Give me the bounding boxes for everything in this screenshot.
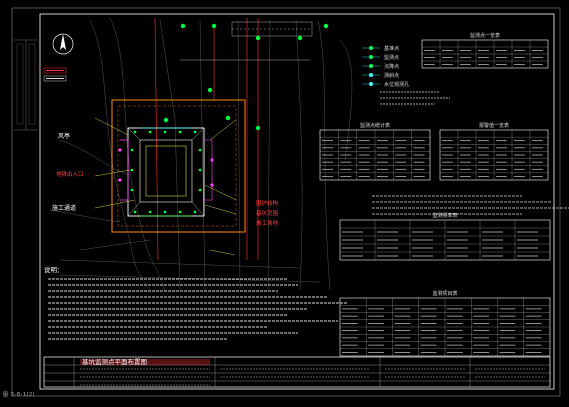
- legend-item-label: 基准点: [384, 45, 399, 52]
- monitoring-point-marker: [148, 130, 152, 134]
- data-table: 监测项目表: [339, 290, 551, 357]
- status-text: 图 5-B-1(2): [3, 392, 36, 398]
- table-title: 监测点一览表: [470, 32, 500, 39]
- road-top: [180, 21, 313, 61]
- survey-point-marker: [163, 117, 169, 123]
- monitoring-point-marker: [198, 168, 202, 172]
- inclinometer-marker: [118, 148, 122, 152]
- legend-item-label: 沉降点: [384, 63, 399, 70]
- right-notes: [372, 91, 569, 215]
- legend-item-label: 测斜点: [384, 72, 399, 79]
- legend-item: 水位观测孔: [362, 81, 409, 88]
- data-table: 报警值一览表: [439, 122, 549, 181]
- survey-point-marker: [323, 23, 329, 29]
- legend-item: 基准点: [362, 45, 399, 52]
- title-block-title: 基坑监测点平面布置图: [82, 357, 147, 366]
- notes-lines: [48, 278, 348, 340]
- survey-point-marker: [255, 125, 261, 131]
- monitoring-point-marker: [178, 130, 182, 134]
- monitoring-point-marker: [198, 188, 202, 192]
- table-title: 监测频率表: [432, 212, 457, 219]
- inclinometer-marker: [118, 178, 122, 182]
- top-left-labels: [43, 67, 67, 82]
- monitoring-point-marker: [148, 210, 152, 214]
- plan-label-right-2: 基坑范围: [256, 209, 279, 217]
- topography-lines: [49, 17, 353, 291]
- leader-lines: [94, 117, 237, 256]
- road-lines: [154, 17, 259, 261]
- foundation-pit: [120, 127, 213, 217]
- monitoring-point-marker: [130, 168, 134, 172]
- legend-item: 沉降点: [362, 63, 399, 70]
- monitoring-point-marker: [133, 210, 137, 214]
- table-title: 监测点统计表: [360, 122, 390, 129]
- monitoring-point-marker: [163, 210, 167, 214]
- legend-item-label: 监测点: [384, 54, 399, 61]
- site-boundary: [111, 99, 246, 233]
- survey-point-marker: [207, 87, 213, 93]
- plan-label-left-2: 风亭: [58, 132, 70, 140]
- north-arrow-icon: [52, 33, 74, 55]
- drawing-sheet: 地铁出入口 风亭 施工通道 围护结构 基坑范围 施工场地 基准点监测点沉降点测斜…: [11, 7, 569, 397]
- legend-item: 监测点: [362, 54, 399, 61]
- plan-label-right-3: 施工场地: [256, 219, 279, 227]
- title-block: 基坑监测点平面布置图: [43, 356, 551, 388]
- survey-point-marker: [180, 23, 186, 29]
- table-title: 报警值一览表: [479, 122, 509, 129]
- legend-item-label: 水位观测孔: [384, 81, 409, 88]
- survey-point-marker: [297, 35, 303, 41]
- data-table: 监测点统计表: [319, 122, 431, 181]
- site-boundary-inner: [117, 105, 237, 227]
- survey-point-marker: [225, 115, 231, 121]
- plan-label-right-1: 围护结构: [256, 199, 279, 207]
- legend: 基准点监测点沉降点测斜点水位观测孔: [362, 45, 409, 88]
- left-margin-strip: [14, 39, 38, 131]
- inclinometer-marker: [210, 183, 214, 187]
- inclinometer-marker: [210, 158, 214, 162]
- tables-group: 监测点一览表监测点统计表 报警值一览表监测频率表监测项目表: [319, 32, 551, 357]
- plan-label-left-3: 施工通道: [52, 204, 76, 212]
- cad-drawing: 地铁出入口 风亭 施工通道 围护结构 基坑范围 施工场地 基准点监测点沉降点测斜…: [0, 0, 569, 403]
- monitoring-point-marker: [133, 130, 137, 134]
- monitoring-point-marker: [193, 130, 197, 134]
- notes-title: 说明：: [44, 265, 64, 274]
- legend-item: 测斜点: [362, 72, 399, 79]
- data-table: 监测频率表: [339, 212, 551, 261]
- monitoring-point-marker: [178, 210, 182, 214]
- monitoring-point-marker: [193, 210, 197, 214]
- monitoring-point-marker: [198, 148, 202, 152]
- plan-label-left-1: 地铁出入口: [56, 170, 84, 178]
- monitoring-point-marker: [163, 130, 167, 134]
- survey-point-marker: [211, 23, 217, 29]
- monitoring-point-marker: [130, 188, 134, 192]
- monitoring-point-marker: [130, 148, 134, 152]
- survey-point-marker: [255, 35, 261, 41]
- table-title: 监测项目表: [432, 290, 457, 297]
- survey-points: [118, 23, 329, 214]
- data-table: 监测点一览表: [421, 32, 549, 69]
